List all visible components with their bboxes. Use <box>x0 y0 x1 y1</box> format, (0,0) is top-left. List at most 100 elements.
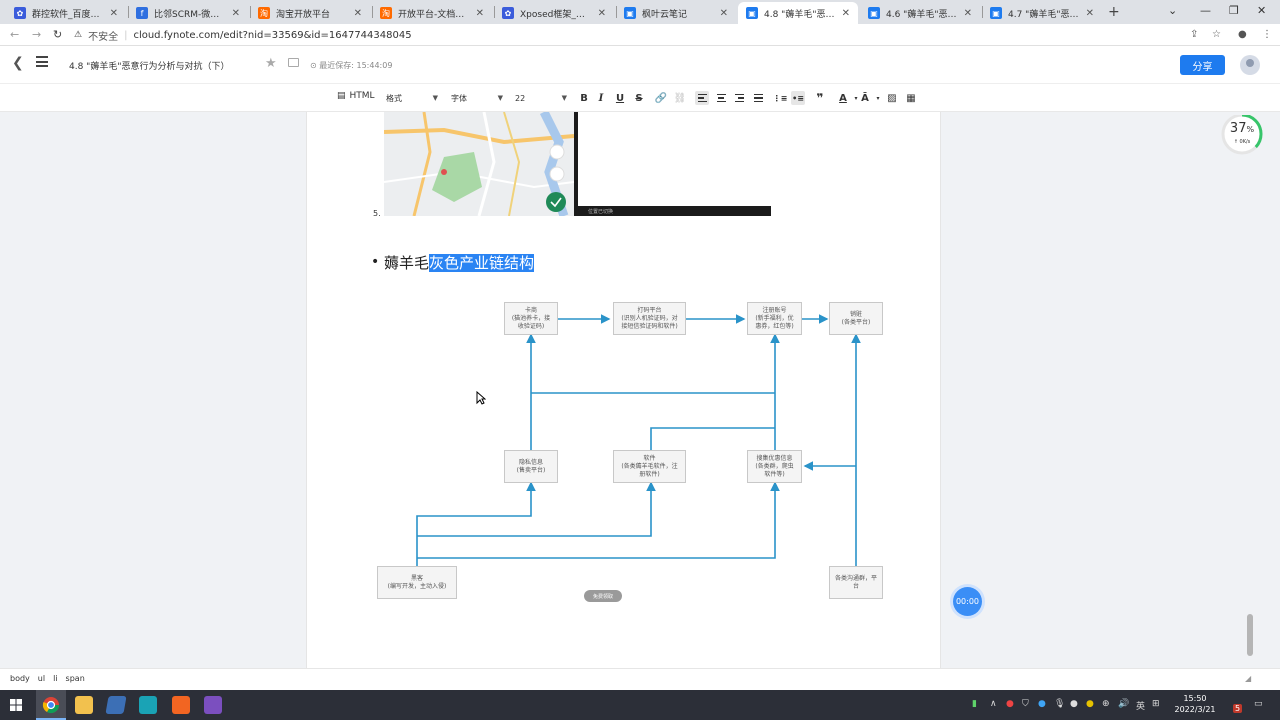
share-button[interactable]: 分享 <box>1180 55 1225 75</box>
align-justify-icon[interactable] <box>751 91 765 105</box>
highlight-color-icon[interactable]: Ā <box>858 91 872 105</box>
diagram-node-register-account[interactable]: 注册账号 (新手福利，优 惠券，红包等) <box>747 302 802 335</box>
table-icon[interactable]: ▦ <box>904 91 918 105</box>
system-clock[interactable]: 15:50 2022/3/21 <box>1170 693 1220 715</box>
minimize-icon[interactable]: — <box>1200 4 1211 17</box>
folder-icon[interactable] <box>288 58 299 67</box>
diagram-node-sell-stolen[interactable]: 销赃 (各类平台) <box>829 302 883 335</box>
diagram-node-captcha-platform[interactable]: 打码平台 (识别人机验证码，对 接短信验证码和软件) <box>613 302 686 335</box>
italic-icon[interactable]: I <box>594 91 608 105</box>
image-icon[interactable]: ▨ <box>885 91 899 105</box>
align-center-icon[interactable] <box>714 91 728 105</box>
recording-timer[interactable]: 00:00 <box>953 587 982 616</box>
diagram-node-privacy-info[interactable]: 隐私信息 (售卖平台) <box>504 450 558 483</box>
avatar[interactable] <box>1240 55 1260 75</box>
tray-app-icon[interactable]: ● <box>1038 699 1046 709</box>
browser-tab-active[interactable]: ▣ 4.8 "薅羊毛"恶意行为分 ✕ <box>738 2 858 24</box>
diagram-node-software[interactable]: 软件 (各类薅羊毛软件，注 册软件) <box>613 450 686 483</box>
tray-app-icon[interactable]: ● <box>1006 699 1014 709</box>
microphone-icon[interactable]: 🎙 <box>1054 699 1065 709</box>
close-icon[interactable]: ✕ <box>598 8 606 19</box>
diagram-node-channels[interactable]: 各类沟通群，平 台 <box>829 566 883 599</box>
hamburger-menu-icon[interactable] <box>36 56 48 67</box>
speaker-icon[interactable]: 🔊 <box>1118 699 1129 709</box>
link-icon[interactable]: 🔗 <box>654 91 668 105</box>
back-icon[interactable]: ← <box>10 28 19 41</box>
align-right-icon[interactable] <box>732 91 746 105</box>
shield-icon[interactable]: ⛉ <box>1022 699 1029 709</box>
visual-studio-icon[interactable] <box>204 696 222 714</box>
network-speed-widget[interactable]: 37% ↑ 0K/s <box>1220 115 1264 155</box>
app-icon[interactable] <box>139 696 157 714</box>
document-page[interactable]: 位置已切换 5. • 薅羊毛灰色产业链结构 卡商 (猫池养卡，接 收验证码) 打… <box>306 112 941 668</box>
close-icon[interactable]: ✕ <box>964 8 972 19</box>
windows-start-icon[interactable] <box>10 699 22 711</box>
ime-indicator[interactable]: 英 <box>1136 699 1145 712</box>
strikethrough-icon[interactable]: S <box>632 91 646 105</box>
close-icon[interactable]: ✕ <box>110 8 118 19</box>
browser-tab[interactable]: ▣ 4.6 "薅羊毛"恶意行为分 ✕ <box>860 2 980 24</box>
chevron-down-icon[interactable]: ▾ <box>871 91 885 105</box>
close-icon[interactable]: ✕ <box>232 8 240 19</box>
favorite-star-icon[interactable]: ★ <box>265 56 277 71</box>
bookmark-star-icon[interactable]: ☆ <box>1212 29 1221 40</box>
share-page-icon[interactable]: ⇪ <box>1190 29 1198 40</box>
input-grid-icon[interactable]: ⊞ <box>1152 699 1160 709</box>
close-icon[interactable]: ✕ <box>842 8 850 19</box>
close-window-icon[interactable]: ✕ <box>1257 4 1266 17</box>
notepad-icon[interactable] <box>105 696 127 714</box>
network-icon[interactable]: ⊕ <box>1102 699 1110 709</box>
back-arrow-icon[interactable]: ❮ <box>12 55 24 71</box>
close-icon[interactable]: ✕ <box>720 8 728 19</box>
path-crumb[interactable]: span <box>66 674 85 683</box>
underline-icon[interactable]: U <box>613 91 627 105</box>
bold-icon[interactable]: B <box>577 91 591 105</box>
diagram-node-hacker[interactable]: 黑客 (编写开发，主动入侵) <box>377 566 457 599</box>
tray-app-icon[interactable]: ● <box>1086 699 1094 709</box>
more-menu-icon[interactable]: ⋮ <box>1262 29 1272 40</box>
unlink-icon[interactable]: ⛓ <box>673 91 687 105</box>
profile-icon[interactable]: ● <box>1238 29 1247 40</box>
restore-icon[interactable]: ❐ <box>1229 4 1239 17</box>
path-crumb[interactable]: ul <box>38 674 45 683</box>
blockquote-icon[interactable]: ❞ <box>813 91 827 105</box>
path-crumb[interactable]: body <box>10 674 30 683</box>
browser-tab[interactable]: 淘 淘宝开放平台 ✕ <box>250 2 370 24</box>
close-icon[interactable]: ✕ <box>1086 8 1094 19</box>
browser-tab[interactable]: 淘 开放平台-文档中心 ✕ <box>372 2 492 24</box>
browser-tab[interactable]: ✿ 群控软件_百度搜索 ✕ <box>6 2 126 24</box>
chevron-up-icon[interactable]: ∧ <box>990 699 997 709</box>
new-tab-icon[interactable]: + <box>1108 4 1120 20</box>
warning-icon[interactable]: ⚠ <box>74 30 82 40</box>
unordered-list-icon[interactable]: •≡ <box>791 91 805 105</box>
taskbar-chrome[interactable] <box>36 690 66 720</box>
font-color-icon[interactable]: A <box>836 91 850 105</box>
scrollbar-thumb[interactable] <box>1247 614 1253 656</box>
align-left-icon[interactable] <box>695 91 709 105</box>
path-crumb[interactable]: li <box>53 674 57 683</box>
forward-icon[interactable]: → <box>32 28 41 41</box>
powerpoint-icon[interactable] <box>172 696 190 714</box>
file-explorer-icon[interactable] <box>75 696 93 714</box>
browser-tab[interactable]: ✿ Xposed框架_百度百科 ✕ <box>494 2 614 24</box>
tray-app-icon[interactable]: ● <box>1070 699 1078 709</box>
resize-handle-icon[interactable]: ◢ <box>1245 674 1251 683</box>
format-select[interactable]: 格式 ▼ <box>386 90 438 106</box>
font-select[interactable]: 字体 ▼ <box>451 90 503 106</box>
reload-icon[interactable]: ↻ <box>53 28 62 41</box>
diagram-node-collect-deals[interactable]: 搜集优惠信息 (各类群，爬虫 软件等) <box>747 450 802 483</box>
close-icon[interactable]: ✕ <box>354 8 362 19</box>
url-field[interactable]: ⚠ 不安全 | cloud.fynote.com/edit?nid=33569&… <box>74 26 1184 44</box>
tab-search-icon[interactable]: ⌄ <box>1168 4 1177 17</box>
scrollbar[interactable] <box>1245 112 1255 668</box>
browser-tab[interactable]: ▣ 枫叶云笔记 ✕ <box>616 2 736 24</box>
diagram-node-card-dealer[interactable]: 卡商 (猫池养卡，接 收验证码) <box>504 302 558 335</box>
font-size-select[interactable]: 22 ▼ <box>515 90 567 106</box>
ordered-list-icon[interactable]: ⋮≡ <box>773 91 788 105</box>
browser-tab[interactable]: ▣ 4.7 "薅羊毛"恶意行为分 ✕ <box>982 2 1102 24</box>
close-icon[interactable]: ✕ <box>476 8 484 19</box>
html-mode-button[interactable]: ▤ HTML <box>337 91 375 101</box>
browser-tab[interactable]: f 比邻SCRM-微信社群管 ✕ <box>128 2 248 24</box>
battery-icon[interactable]: ▮ <box>972 699 977 709</box>
notification-center-icon[interactable]: ▭ <box>1254 699 1263 709</box>
